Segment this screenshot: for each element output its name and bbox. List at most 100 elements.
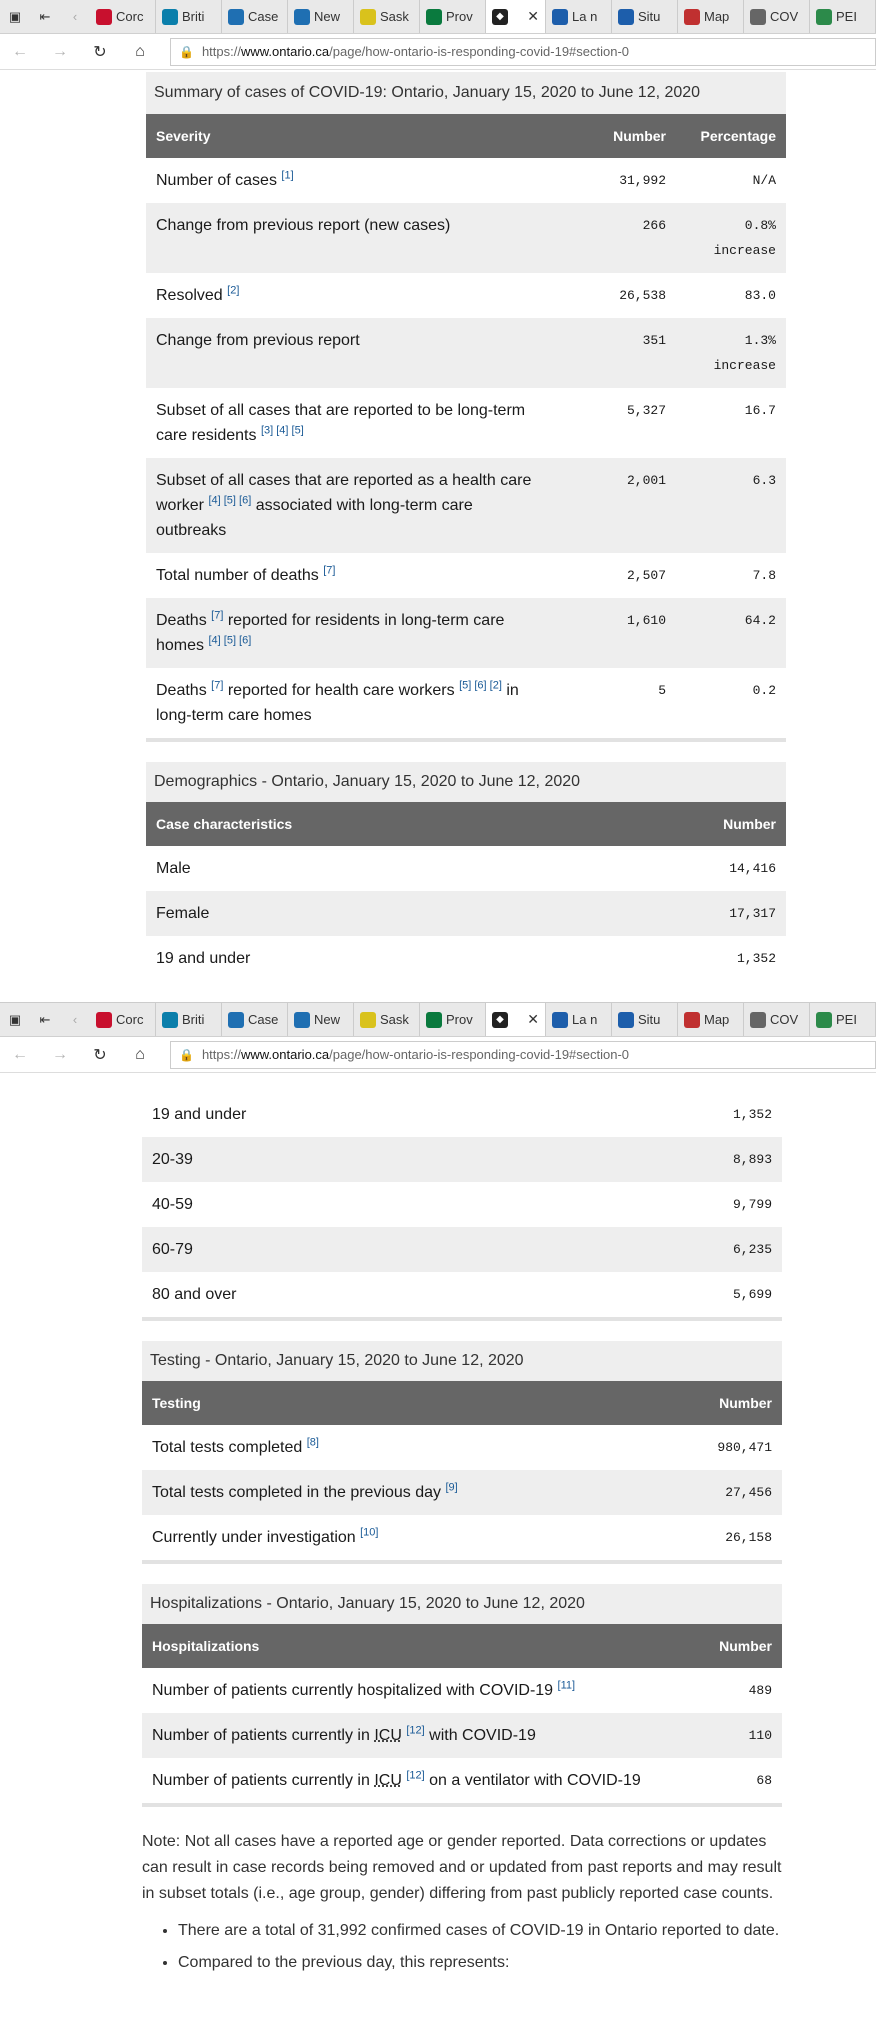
browser-tab[interactable]: Situ [612, 0, 678, 33]
footnote-link[interactable]: [10] [360, 1527, 378, 1539]
close-tab-icon[interactable]: ✕ [527, 1011, 539, 1028]
tab-label: PEI [836, 9, 857, 24]
browser-tab[interactable]: COV [744, 1003, 810, 1036]
scroll-tabs-left-icon[interactable]: ‹ [60, 0, 90, 33]
tab-label: Corc [116, 9, 144, 24]
table-row: Currently under investigation [10] 26,158 [142, 1515, 782, 1560]
footnote-link[interactable]: [4] [5] [6] [208, 495, 251, 507]
table-row: Subset of all cases that are reported as… [146, 458, 786, 553]
url-domain: www.ontario.ca [240, 1047, 330, 1062]
browser-tab[interactable]: New [288, 0, 354, 33]
data-note: Note: Not all cases have a reported age … [142, 1833, 782, 1902]
col-header-testing: Testing [142, 1381, 662, 1425]
footnote-link[interactable]: [7] [211, 680, 223, 692]
forward-button[interactable]: → [40, 43, 80, 61]
footnote-link[interactable]: [1] [281, 170, 293, 182]
set-aside-tabs-icon[interactable]: ⇤ [30, 1003, 60, 1036]
browser-tab[interactable]: Situ [612, 1003, 678, 1036]
close-tab-icon[interactable]: ✕ [527, 8, 539, 25]
image-icon [750, 1011, 766, 1028]
row-number: 31,992 [619, 173, 666, 188]
footnote-link[interactable]: [7] [323, 565, 335, 577]
map-icon [684, 1011, 700, 1028]
browser-tab[interactable]: Prov [420, 0, 486, 33]
demographics-title: Demographics - Ontario, January 15, 2020… [146, 762, 786, 802]
scroll-tabs-left-icon[interactable]: ‹ [60, 1003, 90, 1036]
browser-tab[interactable]: PEI [810, 1003, 876, 1036]
bc-icon [162, 1011, 178, 1028]
footnote-link[interactable]: [8] [307, 1437, 319, 1449]
tab-actions-icon[interactable]: ▣ [0, 1003, 30, 1036]
row-number: 14,416 [729, 861, 776, 876]
tab-label: Map [704, 9, 730, 24]
browser-tab[interactable]: Corc [90, 0, 156, 33]
tab-label: Situ [638, 1012, 661, 1027]
browser-tab[interactable]: COV [744, 0, 810, 33]
row-label: Resolved [156, 287, 223, 304]
browser-tab[interactable]: Briti [156, 1003, 222, 1036]
footnote-link[interactable]: [12] [406, 1770, 424, 1782]
address-bar-row: ← → ↻ ⌂ 🔒 https://www.ontario.ca/page/ho… [0, 34, 876, 70]
row-label: 19 and under [156, 950, 251, 967]
back-button[interactable]: ← [0, 1046, 40, 1064]
table-row: Number of patients currently in ICU [12]… [142, 1758, 782, 1803]
browser-tab[interactable]: Sask [354, 0, 420, 33]
demographics-table-continued: 19 and under 1,352 20-39 8,893 40-59 9,799 … [142, 1092, 782, 1317]
set-aside-tabs-icon[interactable]: ⇤ [30, 0, 60, 33]
row-percentage: 1.3% [744, 333, 776, 348]
footnote-link[interactable]: [7] [211, 610, 223, 622]
table-row: 40-59 9,799 [142, 1182, 782, 1227]
footnote-link[interactable]: [12] [406, 1725, 424, 1737]
row-percentage: 83.0 [744, 288, 776, 303]
footnote-link[interactable]: [2] [227, 285, 239, 297]
browser-tab[interactable]: Case [222, 1003, 288, 1036]
tab-label: New [314, 1012, 341, 1027]
tab-active[interactable]: ◆ ✕ [486, 1003, 546, 1036]
footnote-link[interactable]: [11] [558, 1680, 576, 1692]
col-header-number: Number [666, 802, 786, 846]
browser-tab[interactable]: Corc [90, 1003, 156, 1036]
back-button[interactable]: ← [0, 43, 40, 61]
row-number: 68 [756, 1773, 772, 1788]
browser-tab[interactable]: New [288, 1003, 354, 1036]
fleur-icon [618, 1011, 634, 1028]
row-number: 1,610 [556, 598, 676, 668]
home-button[interactable]: ⌂ [120, 1046, 160, 1064]
row-percentage: 0.8% [744, 218, 776, 233]
browser-tab[interactable]: Sask [354, 1003, 420, 1036]
tab-actions-icon[interactable]: ▣ [0, 0, 30, 33]
refresh-button[interactable]: ↻ [80, 42, 120, 62]
footnote-link[interactable]: [3] [4] [5] [261, 425, 304, 437]
refresh-button[interactable]: ↻ [80, 1045, 120, 1065]
browser-tab[interactable]: Case [222, 0, 288, 33]
browser-tab[interactable]: Briti [156, 0, 222, 33]
row-number: 27,456 [662, 1470, 782, 1515]
footnote-link[interactable]: [4] [5] [6] [208, 635, 251, 647]
tab-active[interactable]: ◆ ✕ [486, 0, 546, 33]
browser-tab[interactable]: Map [678, 1003, 744, 1036]
tab-label: New [314, 9, 341, 24]
sask-icon [360, 1011, 376, 1028]
browser-tab[interactable]: La n [546, 1003, 612, 1036]
table-row: 80 and over 5,699 [142, 1272, 782, 1317]
url-field[interactable]: 🔒 https://www.ontario.ca/page/how-ontari… [170, 1040, 876, 1069]
tab-label: Map [704, 1012, 730, 1027]
footnote-link[interactable]: [9] [446, 1482, 458, 1494]
browser-tab[interactable]: La n [546, 0, 612, 33]
row-percentage-note: increase [713, 243, 776, 258]
tab-label: COV [770, 1012, 799, 1027]
chart-icon [294, 8, 310, 25]
row-label: Female [146, 891, 666, 936]
footnote-link[interactable]: [5] [6] [2] [459, 680, 502, 692]
tab-bar: ▣ ⇤ ‹ Corc Briti Case New Sask Prov ◆ ✕ La n S… [0, 0, 876, 34]
row-percentage: 0.2 [752, 683, 776, 698]
url-field[interactable]: 🔒 https://www.ontario.ca/page/how-ontari… [170, 37, 876, 66]
browser-tab[interactable]: Map [678, 0, 744, 33]
table-row: Male 14,416 [146, 846, 786, 891]
browser-tab[interactable]: PEI [810, 0, 876, 33]
forward-button[interactable]: → [40, 1046, 80, 1064]
table-row: Total tests completed in the previous da… [142, 1470, 782, 1515]
home-button[interactable]: ⌂ [120, 43, 160, 61]
browser-chrome-top: ▣ ⇤ ‹ Corc Briti Case New Sask Prov ◆ ✕ La n S… [0, 0, 876, 70]
browser-tab[interactable]: Prov [420, 1003, 486, 1036]
